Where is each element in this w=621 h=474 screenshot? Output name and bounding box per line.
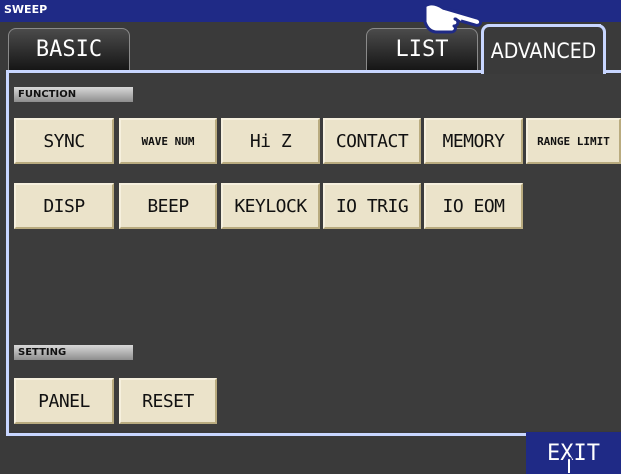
wave-num-button[interactable]: WAVE NUM xyxy=(119,118,217,164)
window-title: SWEEP xyxy=(4,3,48,16)
io-eom-button[interactable]: IO EOM xyxy=(424,183,523,229)
sync-button[interactable]: SYNC xyxy=(14,118,114,164)
beep-button[interactable]: BEEP xyxy=(119,183,217,229)
function-section-label: FUNCTION xyxy=(14,87,133,102)
title-bar: SWEEP xyxy=(0,0,621,22)
range-limit-button[interactable]: RANGE LIMIT xyxy=(526,118,621,164)
memory-button[interactable]: MEMORY xyxy=(424,118,523,164)
reset-button[interactable]: RESET xyxy=(119,378,217,424)
hi-z-button[interactable]: Hi Z xyxy=(221,118,320,164)
tab-advanced[interactable]: ADVANCED xyxy=(481,24,606,74)
tab-basic[interactable]: BASIC xyxy=(8,28,130,70)
contact-button[interactable]: CONTACT xyxy=(323,118,421,164)
disp-button[interactable]: DISP xyxy=(14,183,114,229)
pointing-hand-icon xyxy=(566,456,572,474)
pointing-hand-icon xyxy=(423,2,483,34)
keylock-button[interactable]: KEYLOCK xyxy=(221,183,320,229)
panel-button[interactable]: PANEL xyxy=(14,378,114,424)
setting-section-label: SETTING xyxy=(14,345,133,360)
io-trig-button[interactable]: IO TRIG xyxy=(323,183,421,229)
